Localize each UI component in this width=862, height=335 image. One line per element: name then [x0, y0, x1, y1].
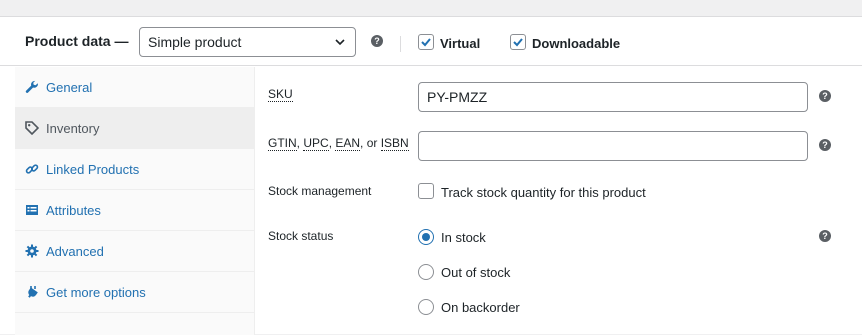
tab-attributes[interactable]: Attributes — [15, 190, 255, 231]
plugin-icon — [28, 286, 38, 298]
stock-status-label: Stock status — [268, 229, 334, 243]
stock-status-option-label: In stock — [441, 230, 486, 245]
chevron-down-icon — [335, 39, 345, 46]
tab-linked-products[interactable]: Linked Products — [15, 149, 255, 190]
gtin-label: GTIN, UPC, EAN, or ISBN — [268, 136, 409, 151]
virtual-label: Virtual — [440, 36, 481, 51]
table-icon — [26, 205, 38, 215]
product-data-tabs: General Inventory Linked Products Attrib… — [15, 67, 255, 335]
help-icon[interactable]: ? — [371, 35, 383, 47]
gtin-input[interactable] — [418, 131, 808, 161]
sku-input[interactable] — [418, 82, 808, 112]
help-icon[interactable]: ? — [819, 230, 831, 242]
help-icon[interactable]: ? — [819, 90, 831, 102]
header-divider — [400, 36, 401, 52]
gtin-abbr: GTIN — [268, 136, 297, 151]
isbn-abbr: ISBN — [380, 136, 409, 151]
upc-abbr: UPC — [303, 136, 329, 151]
tag-icon — [25, 121, 39, 135]
ean-abbr: EAN — [335, 136, 361, 151]
link-icon — [25, 164, 39, 174]
product-data-panel: Product data — Simple product ? Virtual … — [0, 16, 862, 335]
product-type-value: Simple product — [148, 34, 242, 50]
checkmark-icon — [421, 38, 431, 47]
tab-label: Get more options — [46, 285, 146, 300]
sku-label: SKU — [268, 87, 293, 102]
tab-label: Inventory — [46, 121, 100, 136]
tab-label: Attributes — [46, 203, 101, 218]
product-type-select[interactable]: Simple product — [139, 27, 356, 57]
downloadable-label: Downloadable — [532, 36, 621, 51]
stock-status-option-label: On backorder — [441, 300, 520, 315]
gear-icon — [25, 244, 39, 258]
downloadable-checkbox[interactable] — [510, 34, 526, 50]
tab-get-more-options[interactable]: Get more options — [15, 272, 255, 313]
stock-status-radio-on-backorder[interactable] — [418, 299, 434, 315]
tab-label: General — [46, 80, 93, 95]
checkmark-icon — [513, 38, 523, 47]
label-separator: , or — [360, 136, 381, 150]
product-data-header: Product data — Simple product ? Virtual … — [0, 17, 862, 66]
sku-abbr: SKU — [268, 87, 293, 102]
track-stock-label: Track stock quantity for this product — [441, 185, 646, 200]
stock-management-label: Stock management — [268, 184, 372, 198]
stock-status-radio-out-of-stock[interactable] — [418, 264, 434, 280]
wrench-icon — [25, 80, 38, 93]
tab-label: Advanced — [46, 244, 104, 259]
help-icon[interactable]: ? — [819, 139, 831, 151]
tab-advanced[interactable]: Advanced — [15, 231, 255, 272]
tab-inventory[interactable]: Inventory — [15, 108, 255, 149]
virtual-checkbox[interactable] — [418, 34, 434, 50]
tab-general[interactable]: General — [15, 67, 255, 108]
stock-status-option-label: Out of stock — [441, 265, 511, 280]
track-stock-checkbox[interactable] — [418, 183, 434, 199]
tab-label: Linked Products — [46, 162, 140, 177]
stock-status-radio-in-stock[interactable] — [418, 229, 434, 245]
product-data-title: Product data — — [25, 33, 129, 49]
